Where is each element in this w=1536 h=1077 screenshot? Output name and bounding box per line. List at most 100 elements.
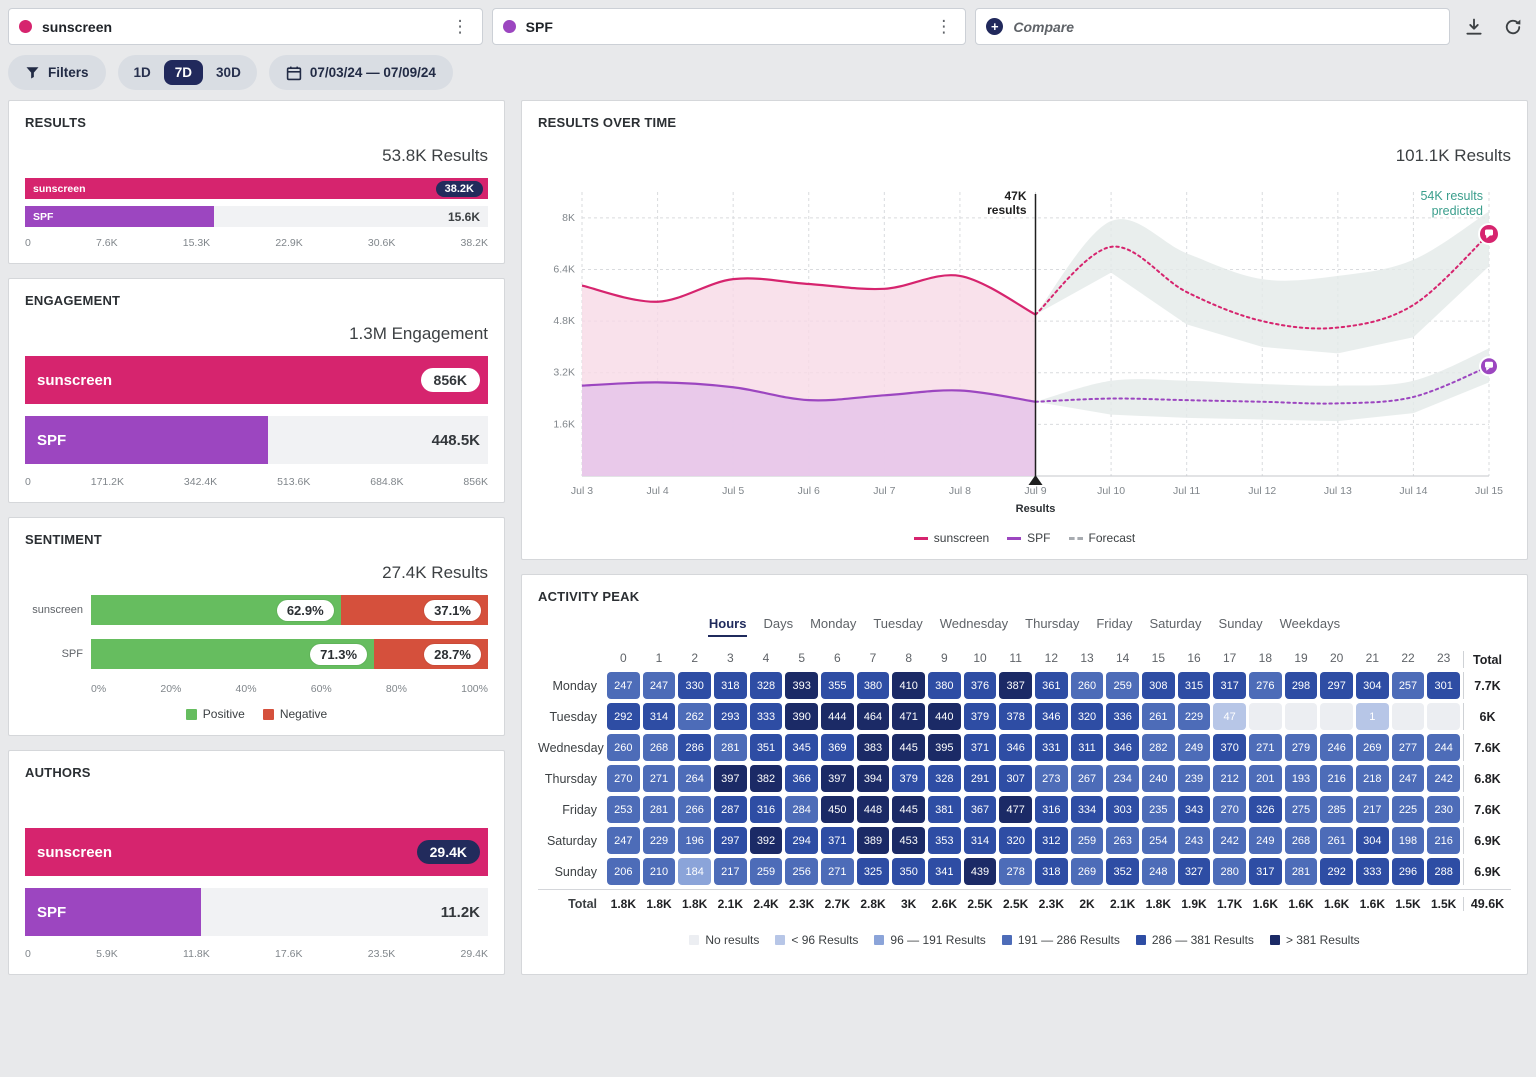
- bar-sunscreen[interactable]: sunscreen29.4K: [25, 828, 488, 876]
- heatmap-cell[interactable]: 282: [1142, 734, 1175, 761]
- heatmap-cell[interactable]: 253: [607, 796, 640, 823]
- heatmap-cell[interactable]: 387: [999, 672, 1032, 699]
- heatmap-cell[interactable]: 477: [999, 796, 1032, 823]
- heatmap-cell[interactable]: 249: [1178, 734, 1211, 761]
- heatmap-cell[interactable]: 271: [1249, 734, 1282, 761]
- heatmap-cell[interactable]: 247: [607, 827, 640, 854]
- heatmap-cell[interactable]: 281: [1285, 858, 1318, 885]
- heatmap-cell[interactable]: 212: [1213, 765, 1246, 792]
- heatmap-cell[interactable]: 297: [714, 827, 747, 854]
- bar-spf[interactable]: SPF: [25, 416, 268, 464]
- heatmap-cell[interactable]: 277: [1392, 734, 1425, 761]
- heatmap-cell[interactable]: 293: [714, 703, 747, 730]
- heatmap-cell[interactable]: 366: [785, 765, 818, 792]
- heatmap-cell[interactable]: 333: [750, 703, 783, 730]
- heatmap-cell[interactable]: 380: [928, 672, 961, 699]
- sentiment-bar[interactable]: 62.9%37.1%: [91, 595, 488, 625]
- heatmap-cell[interactable]: 285: [1320, 796, 1353, 823]
- bar-spf[interactable]: SPF: [25, 888, 201, 936]
- heatmap-cell[interactable]: 330: [678, 672, 711, 699]
- heatmap-cell[interactable]: 471: [892, 703, 925, 730]
- sentiment-positive-segment[interactable]: 71.3%: [91, 639, 374, 669]
- heatmap-cell[interactable]: 249: [1249, 827, 1282, 854]
- heatmap-cell[interactable]: 381: [928, 796, 961, 823]
- heatmap-cell[interactable]: 218: [1356, 765, 1389, 792]
- heatmap-cell[interactable]: 193: [1285, 765, 1318, 792]
- heatmap-cell[interactable]: 315: [1178, 672, 1211, 699]
- heatmap-cell[interactable]: 266: [678, 796, 711, 823]
- heatmap-cell[interactable]: 254: [1142, 827, 1175, 854]
- heatmap-cell[interactable]: 318: [1035, 858, 1068, 885]
- heatmap-cell[interactable]: 308: [1142, 672, 1175, 699]
- heatmap-cell[interactable]: 257: [1392, 672, 1425, 699]
- heatmap-cell[interactable]: 196: [678, 827, 711, 854]
- heatmap-cell[interactable]: 263: [1106, 827, 1139, 854]
- heatmap-cell[interactable]: 262: [678, 703, 711, 730]
- heatmap-cell[interactable]: 378: [999, 703, 1032, 730]
- heatmap-cell[interactable]: 288: [1427, 858, 1460, 885]
- heatmap-cell[interactable]: 346: [1035, 703, 1068, 730]
- heatmap-cell[interactable]: 270: [1213, 796, 1246, 823]
- heatmap-cell[interactable]: 298: [1285, 672, 1318, 699]
- heatmap-cell[interactable]: 217: [714, 858, 747, 885]
- heatmap-cell[interactable]: 450: [821, 796, 854, 823]
- sentiment-bar[interactable]: 71.3%28.7%: [91, 639, 488, 669]
- heatmap-cell[interactable]: 379: [964, 703, 997, 730]
- heatmap-cell[interactable]: 264: [678, 765, 711, 792]
- heatmap-cell[interactable]: 367: [964, 796, 997, 823]
- heatmap-cell[interactable]: 448: [857, 796, 890, 823]
- heatmap-cell[interactable]: [1427, 703, 1460, 730]
- tab-sunday[interactable]: Sunday: [1218, 614, 1264, 637]
- heatmap-cell[interactable]: 225: [1392, 796, 1425, 823]
- range-7d[interactable]: 7D: [164, 60, 203, 85]
- heatmap-cell[interactable]: 318: [714, 672, 747, 699]
- tab-hours[interactable]: Hours: [708, 614, 748, 637]
- heatmap-cell[interactable]: 276: [1249, 672, 1282, 699]
- heatmap-cell[interactable]: 247: [607, 672, 640, 699]
- heatmap-cell[interactable]: 216: [1320, 765, 1353, 792]
- heatmap-cell[interactable]: 210: [643, 858, 676, 885]
- range-1d[interactable]: 1D: [123, 60, 162, 85]
- heatmap-cell[interactable]: 247: [643, 672, 676, 699]
- heatmap-cell[interactable]: 389: [857, 827, 890, 854]
- heatmap-cell[interactable]: 1: [1356, 703, 1389, 730]
- heatmap-cell[interactable]: 286: [678, 734, 711, 761]
- sentiment-negative-segment[interactable]: 28.7%: [374, 639, 488, 669]
- heatmap-cell[interactable]: 261: [1142, 703, 1175, 730]
- kebab-menu-icon[interactable]: ⋮: [932, 17, 955, 37]
- heatmap-cell[interactable]: 379: [892, 765, 925, 792]
- heatmap-cell[interactable]: 371: [964, 734, 997, 761]
- heatmap-cell[interactable]: 351: [750, 734, 783, 761]
- heatmap-cell[interactable]: 307: [999, 765, 1032, 792]
- heatmap-cell[interactable]: 395: [928, 734, 961, 761]
- heatmap-cell[interactable]: 244: [1427, 734, 1460, 761]
- heatmap-cell[interactable]: 301: [1427, 672, 1460, 699]
- heatmap-cell[interactable]: 464: [857, 703, 890, 730]
- heatmap-cell[interactable]: [1392, 703, 1425, 730]
- heatmap-cell[interactable]: 259: [750, 858, 783, 885]
- sentiment-positive-segment[interactable]: 62.9%: [91, 595, 341, 625]
- heatmap-cell[interactable]: 242: [1213, 827, 1246, 854]
- heatmap-cell[interactable]: 311: [1071, 734, 1104, 761]
- bar-sunscreen[interactable]: sunscreen38.2K: [25, 178, 488, 199]
- heatmap-cell[interactable]: 355: [821, 672, 854, 699]
- heatmap-cell[interactable]: 361: [1035, 672, 1068, 699]
- heatmap-cell[interactable]: 369: [821, 734, 854, 761]
- results-over-time-chart[interactable]: Jul 3Jul 4Jul 5Jul 6Jul 7Jul 8Jul 9Jul 1…: [538, 178, 1511, 524]
- heatmap-cell[interactable]: 380: [857, 672, 890, 699]
- heatmap-cell[interactable]: 410: [892, 672, 925, 699]
- heatmap-cell[interactable]: 444: [821, 703, 854, 730]
- heatmap-cell[interactable]: 346: [999, 734, 1032, 761]
- heatmap-cell[interactable]: 345: [785, 734, 818, 761]
- heatmap-cell[interactable]: 259: [1071, 827, 1104, 854]
- tab-friday[interactable]: Friday: [1095, 614, 1133, 637]
- heatmap-cell[interactable]: 320: [1071, 703, 1104, 730]
- heatmap-cell[interactable]: 280: [1213, 858, 1246, 885]
- heatmap-cell[interactable]: 294: [785, 827, 818, 854]
- heatmap-cell[interactable]: 333: [1356, 858, 1389, 885]
- heatmap-cell[interactable]: 328: [928, 765, 961, 792]
- heatmap-cell[interactable]: 268: [1285, 827, 1318, 854]
- heatmap-cell[interactable]: [1249, 703, 1282, 730]
- heatmap-cell[interactable]: 383: [857, 734, 890, 761]
- download-button[interactable]: [1459, 12, 1489, 42]
